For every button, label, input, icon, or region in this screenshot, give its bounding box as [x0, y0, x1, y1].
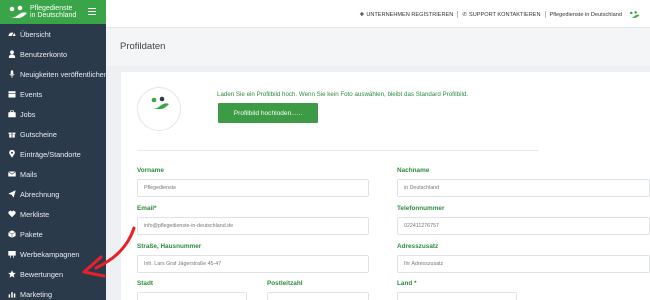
- nachname-label: Nachname: [397, 167, 430, 174]
- account-name[interactable]: Pflegedienste in Deutschland: [550, 12, 622, 18]
- dashboard-icon: [8, 32, 16, 37]
- sidebar: Pflegedienste in Deutschland Übersicht B…: [0, 0, 108, 300]
- briefcase-icon: [8, 110, 16, 118]
- profile-card: Laden Sie ein Profilbild hoch. Wenn Sie …: [121, 72, 650, 300]
- brand-logo-icon: [7, 5, 27, 19]
- vorname-input[interactable]: Pflegedienste: [137, 179, 369, 197]
- nachname-input[interactable]: in Deutschland: [397, 179, 650, 197]
- page-header: Profildaten: [106, 28, 650, 66]
- user-icon: [8, 50, 16, 58]
- sidebar-item-neuigkeiten[interactable]: Neuigkeiten veröffentlichen: [0, 64, 108, 84]
- telefon-input[interactable]: 022411276757: [397, 217, 650, 235]
- adresszusatz-label: Adresszusatz: [397, 243, 439, 250]
- register-company-link[interactable]: UNTERNEHMEN REGISTRIEREN: [366, 12, 453, 18]
- paper-plane-icon: [8, 190, 16, 198]
- account-logo-icon[interactable]: [628, 10, 640, 19]
- sidebar-item-label: Übersicht: [20, 29, 51, 39]
- sidebar-item-merkliste[interactable]: Merkliste: [0, 204, 106, 224]
- microphone-icon: [9, 70, 15, 78]
- gift-icon: [8, 132, 16, 138]
- divider: [544, 11, 546, 18]
- sidebar-item-label: Werbekampagnen: [20, 249, 80, 259]
- sidebar-item-gutscheine[interactable]: Gutscheine: [0, 124, 106, 144]
- sidebar-item-pakete[interactable]: Pakete: [0, 224, 106, 244]
- sidebar-item-mails[interactable]: Mails: [0, 164, 106, 184]
- envelope-icon: [8, 171, 16, 177]
- brand-name-line1: Pflegedienste: [30, 5, 73, 12]
- menu-toggle-icon[interactable]: [88, 8, 96, 16]
- heart-icon: [8, 210, 16, 218]
- email-label: Email*: [137, 205, 157, 212]
- sidebar-item-label: Bewertungen: [20, 269, 64, 279]
- profile-avatar: [137, 87, 181, 131]
- brand-name-line2: in Deutschland: [30, 12, 77, 19]
- land-select[interactable]: [397, 292, 517, 300]
- page-title: Profildaten: [120, 41, 166, 52]
- stadt-label: Stadt: [137, 280, 153, 287]
- sidebar-item-label: Events: [20, 89, 43, 99]
- top-bar: ✚ UNTERNEHMEN REGISTRIEREN ✆ SUPPORT KON…: [106, 0, 650, 28]
- sidebar-item-label: Merkliste: [20, 209, 50, 219]
- sidebar-item-label: Mails: [20, 169, 38, 179]
- sidebar-nav: Übersicht Benutzerkonto Neuigkeiten verö…: [0, 24, 108, 300]
- sidebar-item-benutzerkonto[interactable]: Benutzerkonto: [0, 44, 106, 64]
- chart-icon: [8, 292, 16, 298]
- sidebar-item-label: Abrechnung: [20, 189, 60, 199]
- billboard-icon: [8, 251, 16, 258]
- top-bar-links: ✚ UNTERNEHMEN REGISTRIEREN ✆ SUPPORT KON…: [360, 10, 640, 19]
- sidebar-item-eintraege[interactable]: Einträge/Standorte: [0, 144, 106, 164]
- section-divider: [137, 150, 539, 151]
- sidebar-item-label: Gutscheine: [20, 129, 57, 139]
- support-contact-link[interactable]: SUPPORT KONTAKTIEREN: [469, 12, 541, 18]
- sidebar-item-label: Marketing: [20, 289, 53, 299]
- plz-label: Postleitzahl: [267, 280, 303, 287]
- sidebar-item-abrechnung[interactable]: Abrechnung: [0, 184, 106, 204]
- telefon-label: Telefonnummer: [397, 205, 445, 212]
- sidebar-item-label: Jobs: [20, 109, 36, 119]
- star-icon: [8, 270, 16, 278]
- email-input[interactable]: info@pflegedienste-in-deutschland.de: [137, 217, 369, 235]
- sidebar-item-events[interactable]: Events: [0, 84, 106, 104]
- brand-header: Pflegedienste in Deutschland: [0, 0, 106, 24]
- divider: [457, 11, 459, 18]
- upload-hint: Laden Sie ein Profilbild hoch. Wenn Sie …: [217, 91, 468, 98]
- phone-icon: ✆: [462, 11, 468, 18]
- upload-profile-picture-button[interactable]: Profilbild hochloden......: [218, 103, 318, 123]
- strasse-input[interactable]: Inh. Lars Graf Jägerstraße 45-47: [137, 255, 369, 273]
- calendar-icon: [8, 91, 16, 98]
- land-label: Land *: [397, 280, 417, 287]
- stadt-input[interactable]: [137, 292, 247, 300]
- sidebar-item-label: Pakete: [20, 229, 43, 239]
- plz-input[interactable]: [267, 292, 369, 300]
- sidebar-item-jobs[interactable]: Jobs: [0, 104, 106, 124]
- sidebar-item-label: Einträge/Standorte: [20, 149, 81, 159]
- sidebar-item-marketing[interactable]: Marketing: [0, 284, 106, 300]
- plus-icon: ✚: [359, 11, 365, 18]
- sidebar-item-werbekampagnen[interactable]: Werbekampagnen: [0, 244, 106, 264]
- box-icon: [8, 230, 16, 238]
- default-avatar-logo-icon: [149, 96, 169, 110]
- brand-name[interactable]: Pflegedienste in Deutschland: [30, 5, 76, 19]
- sidebar-item-label: Neuigkeiten veröffentlichen: [20, 69, 108, 79]
- vorname-label: Vorname: [137, 167, 164, 174]
- sidebar-item-label: Benutzerkonto: [20, 49, 68, 59]
- sidebar-item-bewertungen[interactable]: Bewertungen: [0, 264, 106, 284]
- adresszusatz-input[interactable]: Ihr Adresszusatz: [397, 255, 650, 273]
- sidebar-item-uebersicht[interactable]: Übersicht: [0, 24, 106, 44]
- map-marker-icon: [9, 150, 15, 158]
- strasse-label: Straße, Hausnummer: [137, 243, 202, 250]
